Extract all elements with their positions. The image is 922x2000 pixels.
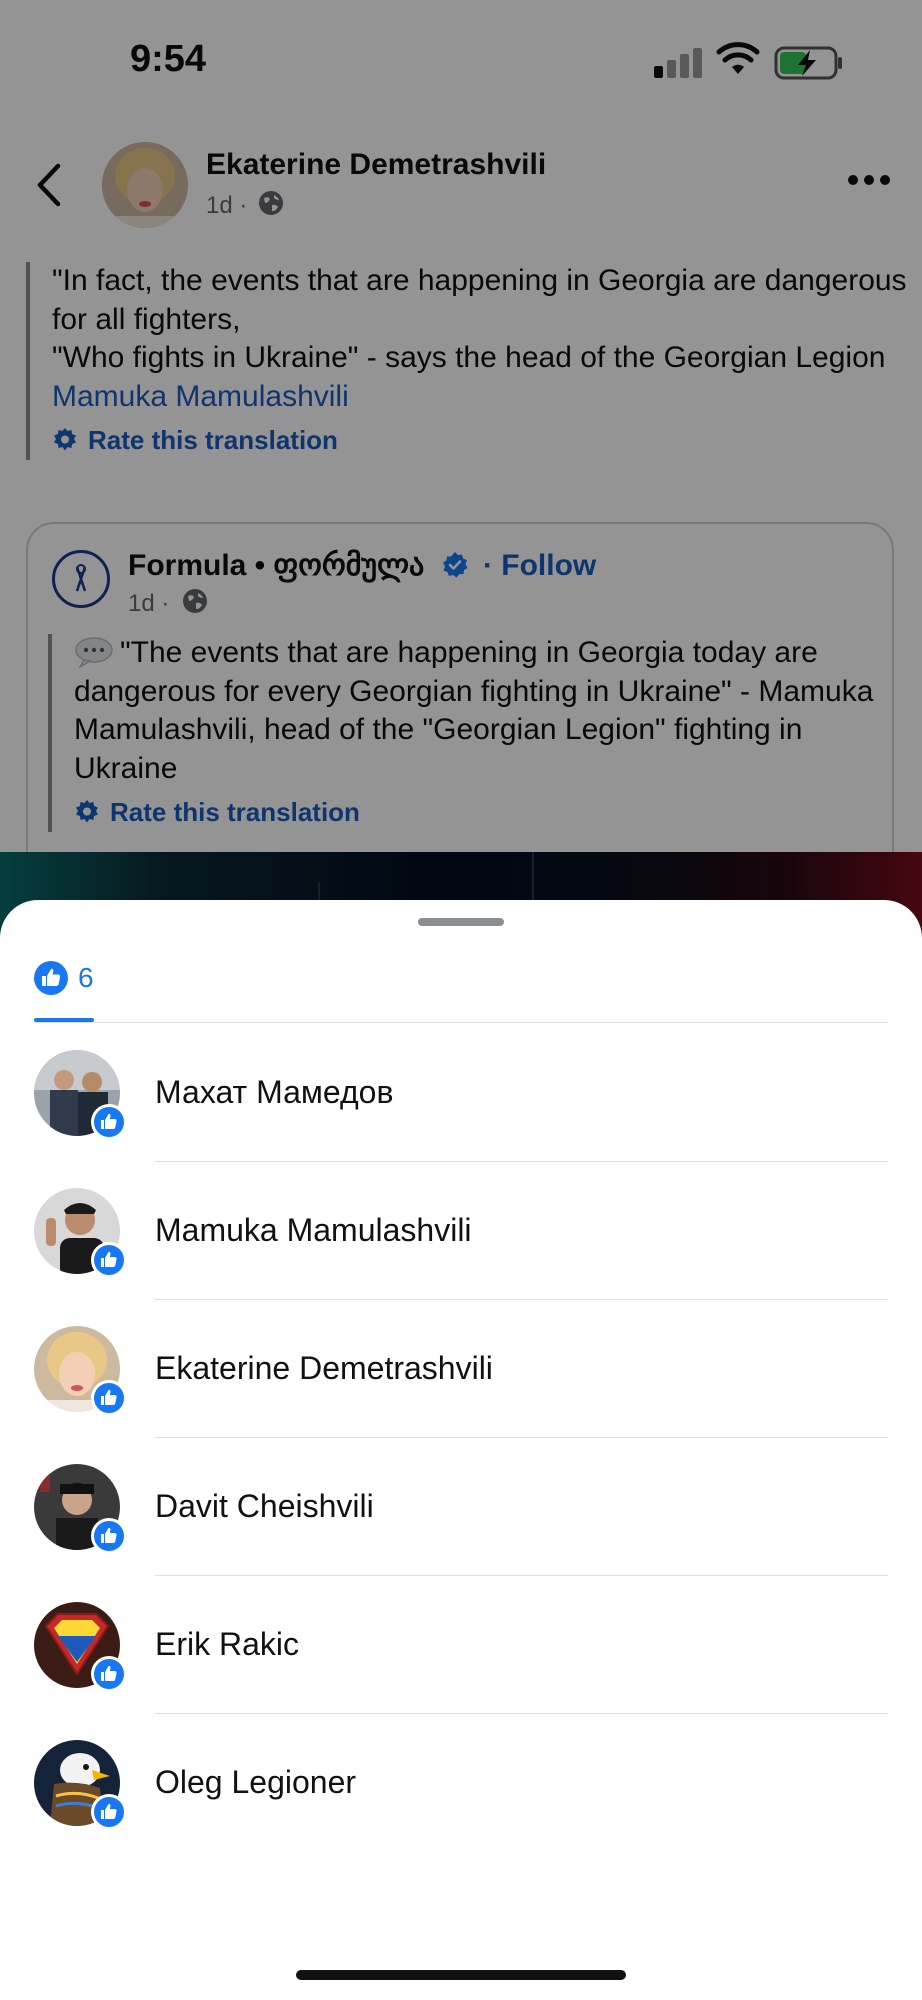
reactions-list: Махат Мамедов Mamuka Mamulashvili Ekater… (0, 1024, 922, 1852)
list-item[interactable]: Oleg Legioner (0, 1714, 922, 1852)
list-item[interactable]: Mamuka Mamulashvili (0, 1162, 922, 1300)
like-badge-icon (91, 1794, 127, 1830)
like-icon (34, 961, 68, 995)
reaction-count: 6 (78, 962, 94, 993)
reactions-sheet: 6 Махат Мамедов Mamuka Mamulashvili Ekat… (0, 900, 922, 2000)
tab-divider (34, 1022, 888, 1023)
person-name[interactable]: Davit Cheishvili (155, 1488, 374, 1525)
post-background: 9:54 Ekaterine Demetrashvili 1d · "In fa… (0, 0, 922, 1042)
like-badge-icon (91, 1242, 127, 1278)
person-name[interactable]: Ekaterine Demetrashvili (155, 1350, 493, 1387)
like-badge-icon (91, 1104, 127, 1140)
person-name[interactable]: Oleg Legioner (155, 1764, 356, 1801)
list-item[interactable]: Erik Rakic (0, 1576, 922, 1714)
person-name[interactable]: Erik Rakic (155, 1626, 299, 1663)
list-item[interactable]: Ekaterine Demetrashvili (0, 1300, 922, 1438)
list-item[interactable]: Davit Cheishvili (0, 1438, 922, 1576)
person-name[interactable]: Mamuka Mamulashvili (155, 1212, 472, 1249)
sheet-grabber[interactable] (418, 918, 504, 926)
home-indicator[interactable] (296, 1970, 626, 1980)
like-badge-icon (91, 1656, 127, 1692)
like-badge-icon (91, 1380, 127, 1416)
list-item[interactable]: Махат Мамедов (0, 1024, 922, 1162)
like-badge-icon (91, 1518, 127, 1554)
tab-like-reactions[interactable]: 6 (34, 956, 94, 1000)
dim-overlay[interactable] (0, 0, 922, 1000)
person-name[interactable]: Махат Мамедов (155, 1074, 393, 1111)
